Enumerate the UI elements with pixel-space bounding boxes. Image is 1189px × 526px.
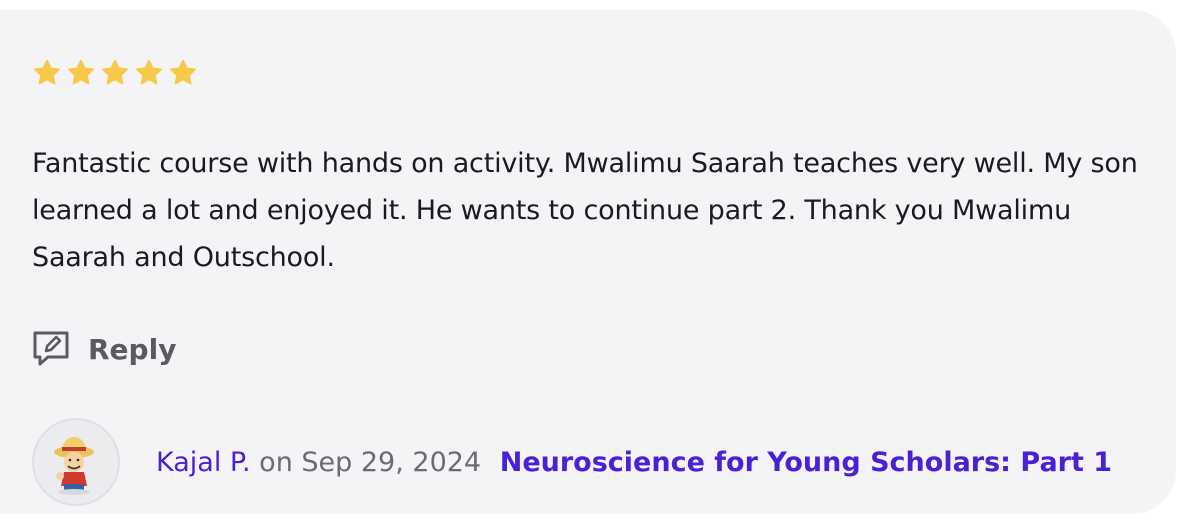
star-icon: [136, 59, 162, 85]
review-byline: Kajal P. on Sep 29, 2024 Neuroscience fo…: [156, 447, 1112, 478]
star-icon: [170, 59, 196, 85]
review-card: Fantastic course with hands on activity.…: [0, 10, 1176, 514]
avatar[interactable]: [32, 418, 120, 506]
review-text: Fantastic course with hands on activity.…: [32, 148, 1138, 273]
star-icon: [68, 59, 94, 85]
review-footer: Kajal P. on Sep 29, 2024 Neuroscience fo…: [32, 418, 1112, 506]
reply-button[interactable]: Reply: [30, 328, 176, 370]
star-icon: [34, 59, 60, 85]
author-name-link[interactable]: Kajal P.: [156, 447, 251, 478]
reply-comment-icon: [33, 331, 69, 366]
star-rating: [32, 58, 198, 88]
course-title-link[interactable]: Neuroscience for Young Scholars: Part 1: [500, 447, 1112, 478]
star-icon: [102, 59, 128, 85]
date-prefix: on: [259, 446, 293, 478]
reply-label: Reply: [88, 332, 177, 366]
review-date: Sep 29, 2024: [301, 446, 482, 478]
